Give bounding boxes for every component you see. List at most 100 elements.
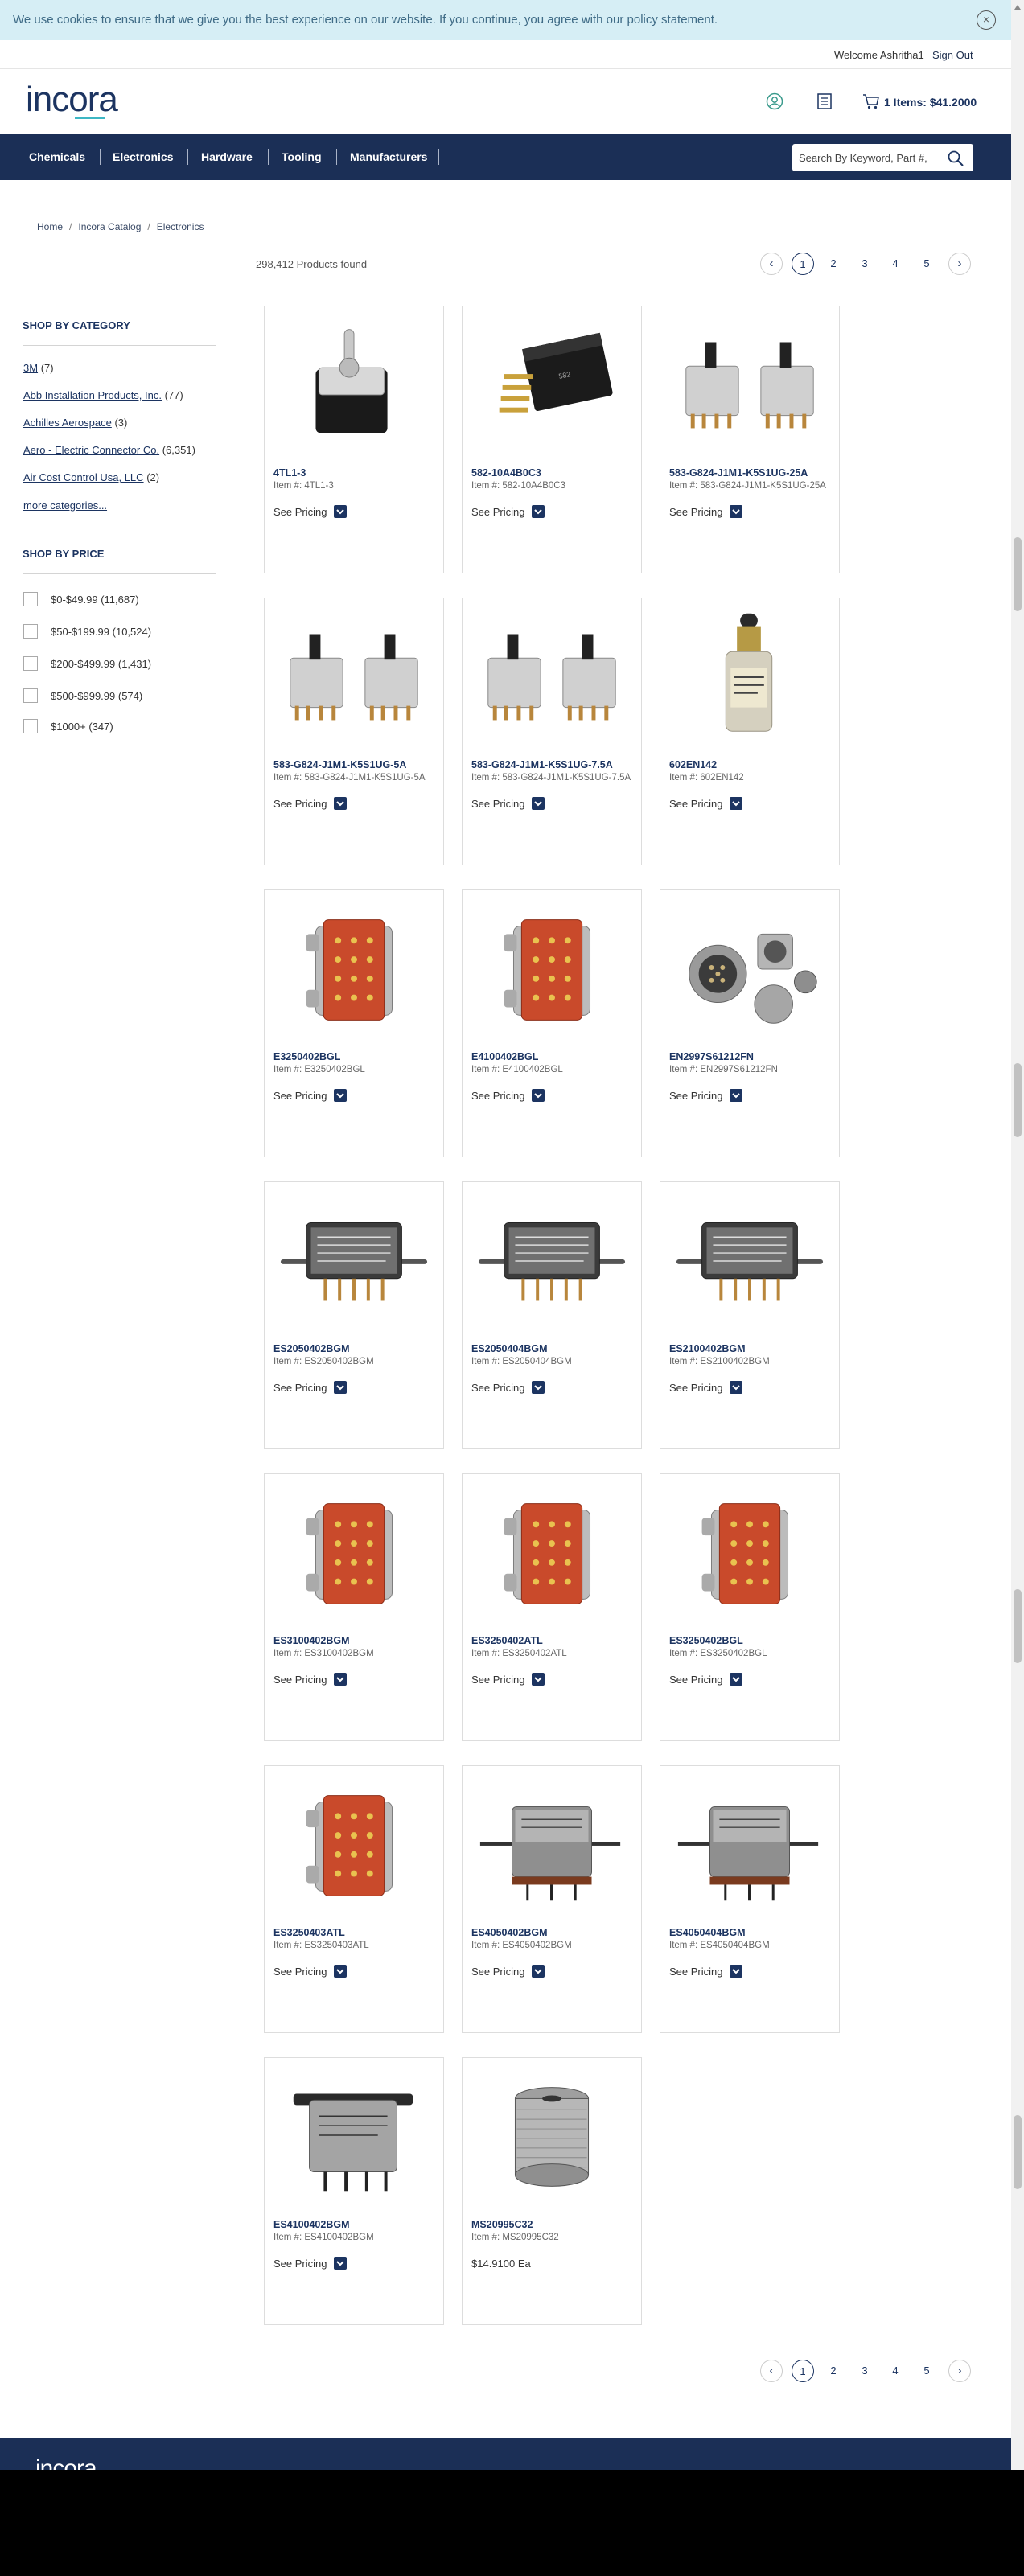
see-pricing-button[interactable]: See Pricing [669,1090,722,1102]
see-pricing-button[interactable]: See Pricing [471,506,524,518]
category-link[interactable]: Achilles Aerospace [23,417,112,429]
product-image[interactable] [472,1194,631,1322]
see-pricing-button[interactable]: See Pricing [471,1090,524,1102]
product-name[interactable]: ES2050404BGM [471,1343,548,1354]
page-3-button[interactable]: 3 [853,253,876,275]
product-card[interactable]: ES4100402BGM Item #: ES4100402BGM See Pric… [264,2057,444,2325]
chevron-down-icon[interactable] [532,1381,545,1394]
product-name[interactable]: E4100402BGL [471,1051,538,1062]
scroll-thumb[interactable] [1014,1589,1022,1663]
product-card[interactable]: MS20995C32 Item #: MS20995C32 $14.9100 Ea [462,2057,642,2325]
product-image[interactable] [472,610,631,738]
product-name[interactable]: ES2050402BGM [273,1343,350,1354]
see-pricing-button[interactable]: See Pricing [471,798,524,810]
product-image[interactable] [472,902,631,1030]
see-pricing-button[interactable]: See Pricing [273,506,327,518]
account-icon[interactable] [766,92,783,110]
see-pricing-button[interactable]: See Pricing [273,1090,327,1102]
category-link[interactable]: Aero - Electric Connector Co. [23,444,159,456]
product-card[interactable]: ES4050404BGM Item #: ES4050404BGM See Pric… [660,1765,840,2033]
nav-chemicals[interactable]: Chemicals [29,150,85,163]
see-pricing-button[interactable]: See Pricing [273,1382,327,1394]
product-image[interactable] [274,610,434,738]
chevron-down-icon[interactable] [334,1965,347,1978]
product-image[interactable] [274,318,434,446]
product-image[interactable] [670,318,829,446]
product-card[interactable]: ES3100402BGM Item #: ES3100402BGM See Pric… [264,1473,444,1741]
more-categories-link[interactable]: more categories... [23,499,107,512]
category-link[interactable]: Air Cost Control Usa, LLC [23,471,144,483]
see-pricing-button[interactable]: See Pricing [273,2258,327,2270]
scroll-thumb[interactable] [1014,1063,1022,1137]
chevron-down-icon[interactable] [532,505,545,518]
chevron-down-icon[interactable] [334,797,347,810]
page-4-button[interactable]: 4 [884,253,907,275]
product-image[interactable] [274,1485,434,1614]
product-name[interactable]: ES2100402BGM [669,1343,746,1354]
product-name[interactable]: EN2997S61212FN [669,1051,754,1062]
product-name[interactable]: MS20995C32 [471,2219,533,2230]
product-image[interactable] [274,902,434,1030]
scroll-up-icon[interactable] [1014,5,1021,10]
chevron-down-icon[interactable] [730,797,742,810]
product-card[interactable]: ES3250403ATL Item #: ES3250403ATL See Pric… [264,1765,444,2033]
product-card[interactable]: 602EN142 Item #: 602EN142 See Pricing [660,598,840,865]
product-card[interactable]: 583-G824-J1M1-K5S1UG-25A Item #: 583-G824… [660,306,840,573]
product-name[interactable]: ES4050402BGM [471,1927,548,1938]
product-image[interactable] [670,610,829,738]
product-card[interactable]: ES3250402ATL Item #: ES3250402ATL See Pric… [462,1473,642,1741]
product-image[interactable] [472,1777,631,1906]
see-pricing-button[interactable]: See Pricing [471,1674,524,1686]
page-3-button[interactable]: 3 [853,2360,876,2382]
cart-icon[interactable] [862,92,880,110]
chevron-down-icon[interactable] [730,1089,742,1102]
nav-hardware[interactable]: Hardware [201,150,253,163]
product-image[interactable] [274,1194,434,1322]
product-card[interactable]: ES4050402BGM Item #: ES4050402BGM See Pric… [462,1765,642,2033]
product-image[interactable] [670,1485,829,1614]
page-4-button[interactable]: 4 [884,2360,907,2382]
price-checkbox[interactable] [23,719,38,733]
see-pricing-button[interactable]: See Pricing [471,1966,524,1978]
chevron-down-icon[interactable] [532,1089,545,1102]
chevron-down-icon[interactable] [334,1089,347,1102]
see-pricing-button[interactable]: See Pricing [669,798,722,810]
prev-page-button[interactable]: ‹ [760,253,783,275]
product-name[interactable]: E3250402BGL [273,1051,340,1062]
product-name[interactable]: 582-10A4B0C3 [471,467,541,479]
product-image[interactable] [274,1777,434,1906]
product-image[interactable] [670,902,829,1030]
page-1-button[interactable]: 1 [792,253,814,275]
chevron-down-icon[interactable] [532,1673,545,1686]
nav-electronics[interactable]: Electronics [113,150,173,163]
scrollbar[interactable] [1011,0,1024,2470]
cart-summary[interactable]: 1 Items: $41.2000 [884,96,977,109]
chevron-down-icon[interactable] [730,1673,742,1686]
product-name[interactable]: ES3100402BGM [273,1635,350,1646]
sign-out-link[interactable]: Sign Out [932,49,973,61]
search-input[interactable] [799,150,940,166]
product-card[interactable]: 583-G824-J1M1-K5S1UG-5A Item #: 583-G824-… [264,598,444,865]
product-name[interactable]: 583-G824-J1M1-K5S1UG-25A [669,467,808,479]
chevron-down-icon[interactable] [334,1673,347,1686]
page-2-button[interactable]: 2 [822,253,845,275]
chevron-down-icon[interactable] [334,505,347,518]
breadcrumb-catalog[interactable]: Incora Catalog [78,221,141,232]
scroll-thumb[interactable] [1014,537,1022,611]
see-pricing-button[interactable]: See Pricing [273,798,327,810]
product-card[interactable]: E4100402BGL Item #: E4100402BGL See Pricin… [462,889,642,1157]
search-icon[interactable] [947,150,964,167]
scroll-thumb[interactable] [1014,2115,1022,2189]
see-pricing-button[interactable]: See Pricing [669,506,722,518]
category-link[interactable]: Abb Installation Products, Inc. [23,389,162,401]
product-card[interactable]: ES3250402BGL Item #: ES3250402BGL See Pric… [660,1473,840,1741]
see-pricing-button[interactable]: See Pricing [669,1674,722,1686]
page-5-button[interactable]: 5 [915,2360,938,2382]
product-card[interactable]: E3250402BGL Item #: E3250402BGL See Pricin… [264,889,444,1157]
next-page-button[interactable]: › [948,253,971,275]
product-card[interactable]: ES2050402BGM Item #: ES2050402BGM See Pric… [264,1181,444,1449]
close-icon[interactable]: × [977,10,996,30]
chevron-down-icon[interactable] [730,1381,742,1394]
see-pricing-button[interactable]: See Pricing [273,1966,327,1978]
prev-page-button[interactable]: ‹ [760,2360,783,2382]
